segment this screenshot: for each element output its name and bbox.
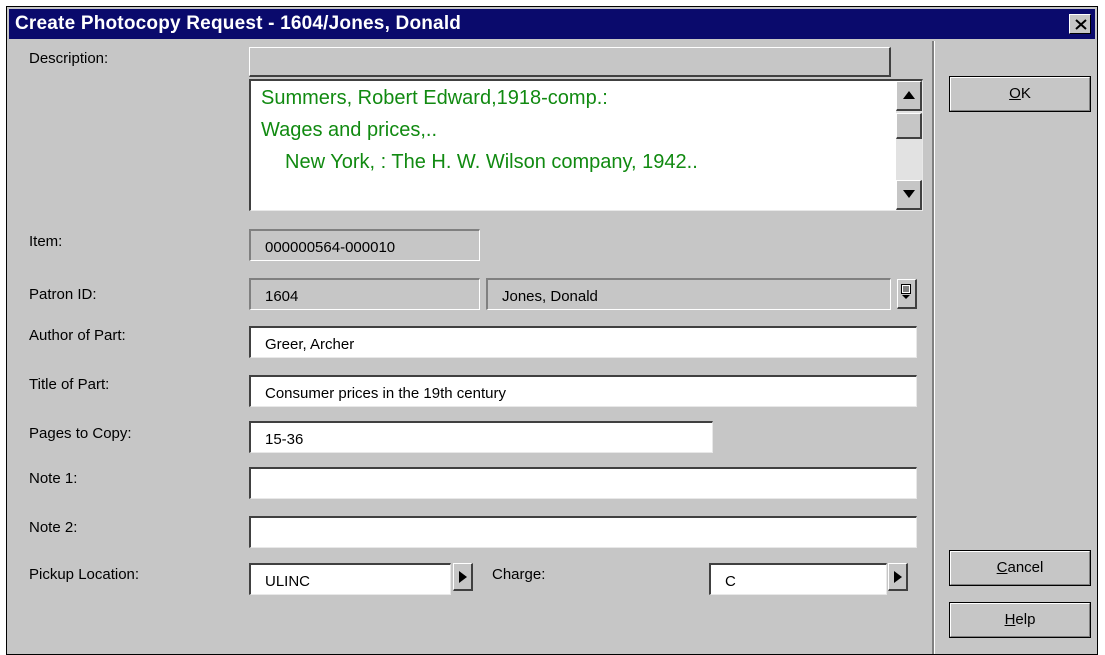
author-of-part-label: Author of Part:	[29, 327, 126, 344]
patron-id-label: Patron ID:	[29, 286, 97, 303]
description-scrollbar[interactable]	[896, 81, 922, 210]
title-bar[interactable]: Create Photocopy Request - 1604/Jones, D…	[9, 9, 1095, 39]
scroll-down-arrow-icon	[903, 190, 915, 198]
scroll-up-arrow-icon	[903, 91, 915, 99]
note-1-label: Note 1:	[29, 470, 78, 487]
photocopy-request-dialog: Create Photocopy Request - 1604/Jones, D…	[6, 6, 1098, 655]
description-line-3: New York, : The H. W. Wilson company, 19…	[285, 151, 698, 173]
cancel-button[interactable]: Cancel	[949, 550, 1091, 586]
note-2-label: Note 2:	[29, 519, 78, 536]
patron-name-field: Jones, Donald	[486, 278, 891, 310]
description-header-bar	[249, 47, 891, 77]
patron-id-field: 1604	[249, 278, 480, 310]
note-2-input[interactable]	[249, 516, 917, 548]
help-button[interactable]: Help	[949, 602, 1091, 638]
patron-list-icon	[901, 284, 911, 299]
dialog-title: Create Photocopy Request - 1604/Jones, D…	[15, 13, 462, 34]
button-panel-divider	[932, 41, 935, 654]
charge-dropdown-button[interactable]	[888, 563, 908, 591]
item-field: 000000564-000010	[249, 229, 480, 261]
charge-input[interactable]: C	[709, 563, 887, 595]
pages-to-copy-label: Pages to Copy:	[29, 425, 132, 442]
chevron-right-icon	[459, 571, 467, 583]
description-line-2: Wages and prices,..	[261, 119, 438, 141]
pickup-location-input[interactable]: ULINC	[249, 563, 451, 595]
ok-button[interactable]: OK	[949, 76, 1091, 112]
title-of-part-label: Title of Part:	[29, 376, 110, 393]
description-line-1: Summers, Robert Edward,1918-comp.:	[261, 87, 608, 109]
close-x-icon	[1075, 19, 1087, 30]
description-textarea[interactable]: Summers, Robert Edward,1918-comp.: Wages…	[249, 79, 923, 211]
note-1-input[interactable]	[249, 467, 917, 499]
description-label: Description:	[29, 50, 109, 67]
scroll-up-button[interactable]	[896, 81, 922, 111]
scroll-thumb[interactable]	[896, 113, 922, 139]
chevron-right-icon	[894, 571, 902, 583]
title-of-part-input[interactable]: Consumer prices in the 19th century	[249, 375, 917, 407]
charge-label: Charge:	[492, 566, 546, 583]
pickup-location-label: Pickup Location:	[29, 566, 140, 583]
patron-lookup-button[interactable]	[897, 279, 917, 309]
item-label: Item:	[29, 233, 63, 250]
author-of-part-input[interactable]: Greer, Archer	[249, 326, 917, 358]
pages-to-copy-input[interactable]: 15-36	[249, 421, 713, 453]
close-button[interactable]	[1069, 14, 1091, 34]
scroll-down-button[interactable]	[896, 180, 922, 210]
pickup-location-dropdown-button[interactable]	[453, 563, 473, 591]
